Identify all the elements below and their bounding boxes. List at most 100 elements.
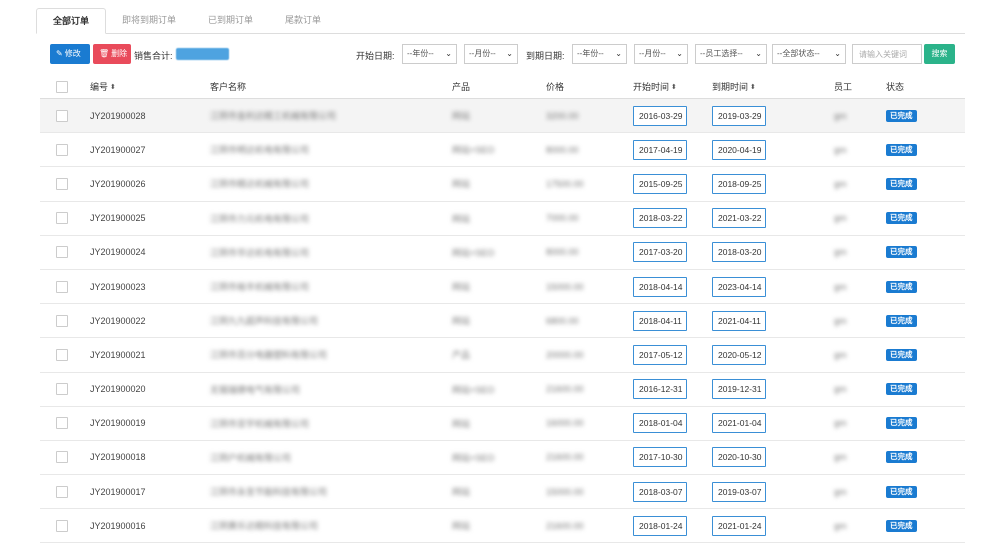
- header-number[interactable]: 编号 ⬍: [90, 74, 116, 99]
- row-checkbox-cell: [56, 509, 68, 542]
- row-checkbox-cell: [56, 167, 68, 200]
- staff: gm: [834, 144, 847, 155]
- end-year-value: --年份--: [577, 49, 604, 58]
- order-number: JY201900023: [90, 281, 146, 292]
- chevron-down-icon: ⌄: [615, 49, 622, 58]
- table-row[interactable]: JY201900027 江阴市明达机电有限公司 网站+SEO 8000.00 2017-…: [40, 133, 965, 168]
- price: 8000.00: [546, 144, 579, 155]
- start-date: 2018-04-14: [633, 276, 687, 297]
- status-cell: 已完成: [886, 270, 917, 303]
- header-end-time[interactable]: 到期时间 ⬍: [712, 74, 756, 99]
- chevron-down-icon: ⌄: [506, 49, 513, 58]
- product: 网站: [452, 316, 471, 327]
- product: 网站: [452, 487, 471, 498]
- status-cell: 已完成: [886, 338, 917, 371]
- row-checkbox[interactable]: [56, 143, 68, 156]
- edit-button[interactable]: ✎ 修改: [50, 44, 90, 64]
- row-checkbox-cell: [56, 270, 68, 303]
- search-input[interactable]: [852, 44, 922, 64]
- row-checkbox[interactable]: [56, 280, 68, 293]
- status-badge: 已完成: [886, 314, 917, 327]
- select-all-checkbox[interactable]: [56, 80, 68, 93]
- end-date: 2021-01-24: [712, 515, 766, 536]
- price: 15000.00: [546, 486, 584, 497]
- end-date-cell: 2019-03-29: [712, 99, 766, 132]
- product: 网站+SEO: [452, 384, 495, 395]
- row-checkbox[interactable]: [56, 383, 68, 396]
- table-row[interactable]: JY201900028 江阴市金利达精工机械有限公司 网站 3200.00 2016-0…: [40, 99, 965, 134]
- order-number: JY201900016: [90, 520, 146, 531]
- table-row[interactable]: JY201900021 江阴市百分电器塑料有限公司 产品 20000.00 2017-0…: [40, 338, 965, 373]
- staff-select-value: --员工选择--: [700, 49, 743, 58]
- search-button[interactable]: 搜索: [924, 44, 955, 64]
- table-row[interactable]: JY201900016 江阴黄乐达精科技有限公司 网站 21600.00 2018-01…: [40, 509, 965, 544]
- trash-icon: 🗑: [99, 49, 110, 58]
- product: 网站: [452, 213, 471, 224]
- row-checkbox[interactable]: [56, 212, 68, 225]
- row-checkbox[interactable]: [56, 314, 68, 327]
- table-row[interactable]: JY201900017 江阴市永圣节能科技有限公司 网站 15000.00 2018-0…: [40, 475, 965, 510]
- end-date: 2023-04-14: [712, 276, 766, 297]
- status-badge: 已完成: [886, 519, 917, 532]
- customer-name: 江阴市百分电器塑料有限公司: [210, 350, 328, 361]
- tab-all-orders[interactable]: 全部订单: [36, 8, 107, 34]
- product: 网站: [452, 282, 471, 293]
- staff: gm: [834, 486, 847, 497]
- start-date: 2017-03-20: [633, 242, 687, 263]
- status-cell: 已完成: [886, 202, 917, 235]
- row-checkbox[interactable]: [56, 485, 68, 498]
- table-row[interactable]: JY201900024 江阴市华达机电有限公司 网站+SEO 8000.00 2017-…: [40, 236, 965, 270]
- tab-expiring-orders[interactable]: 即将到期订单: [106, 8, 192, 34]
- edit-icon: ✎: [56, 49, 63, 58]
- row-checkbox[interactable]: [56, 519, 68, 532]
- price: 7000.00: [546, 213, 579, 224]
- header-start-time[interactable]: 开始时间 ⬍: [633, 74, 677, 99]
- start-year-select[interactable]: --年份-- ⌄: [402, 44, 457, 64]
- delete-button-label: 删除: [111, 49, 128, 58]
- status-cell: 已完成: [886, 304, 917, 337]
- table-row[interactable]: JY201900020 无锡瑞德电气有限公司 网站+SEO 21600.00 2016-…: [40, 373, 965, 407]
- row-checkbox[interactable]: [56, 246, 68, 259]
- row-checkbox[interactable]: [56, 109, 68, 122]
- end-year-select[interactable]: --年份-- ⌄: [572, 44, 627, 64]
- staff: gm: [834, 247, 847, 258]
- start-date: 2018-03-07: [633, 481, 687, 502]
- staff: gm: [834, 281, 847, 292]
- status-badge: 已完成: [886, 212, 917, 225]
- order-number: JY201900024: [90, 247, 146, 258]
- end-month-select[interactable]: --月份-- ⌄: [634, 44, 688, 64]
- row-checkbox[interactable]: [56, 451, 68, 464]
- delete-button[interactable]: 🗑 删除: [93, 44, 131, 64]
- header-price: 价格: [546, 82, 565, 92]
- table-row[interactable]: JY201900025 江阴市力元机电有限公司 网站 7000.00 2018-03-2…: [40, 202, 965, 236]
- end-date: 2021-01-04: [712, 413, 766, 434]
- table-row[interactable]: JY201900022 江阴九九超声科技有限公司 网站 6800.00 2018-04-…: [40, 304, 965, 339]
- table-row[interactable]: JY201900019 江阴市亚宇机械有限公司 网站 16000.00 2018-01-…: [40, 407, 965, 441]
- staff-select[interactable]: --员工选择-- ⌄: [695, 44, 767, 64]
- customer-name: 江阴市力元机电有限公司: [210, 213, 310, 224]
- end-date: 2019-12-31: [712, 379, 766, 400]
- header-staff: 员工: [834, 82, 853, 92]
- start-date-cell: 2016-12-31: [633, 373, 687, 406]
- status-cell: 已完成: [886, 509, 917, 542]
- order-number: JY201900022: [90, 315, 146, 326]
- chevron-down-icon: ⌄: [755, 49, 762, 58]
- row-checkbox-cell: [56, 202, 68, 235]
- start-year-value: --年份--: [407, 49, 434, 58]
- row-checkbox[interactable]: [56, 348, 68, 361]
- row-checkbox[interactable]: [56, 417, 68, 430]
- tab-expired-orders[interactable]: 已到期订单: [192, 8, 269, 34]
- table-row[interactable]: JY201900026 江阴市精达机械有限公司 网站 17500.00 2015-09-…: [40, 167, 965, 202]
- row-checkbox-cell: [56, 133, 68, 166]
- start-date-cell: 2018-01-24: [633, 509, 687, 542]
- start-month-select[interactable]: --月份-- ⌄: [464, 44, 518, 64]
- table-row[interactable]: JY201900018 江阴户机械有限公司 网站+SEO 21600.00 2017-1…: [40, 441, 965, 476]
- end-date-cell: 2021-03-22: [712, 202, 766, 235]
- status-select[interactable]: --全部状态-- ⌄: [772, 44, 846, 64]
- tab-balance-orders[interactable]: 尾款订单: [269, 8, 337, 34]
- end-date: 2020-05-12: [712, 344, 766, 365]
- row-checkbox[interactable]: [56, 177, 68, 190]
- sales-total-value: [176, 48, 229, 60]
- product: 网站: [452, 179, 471, 190]
- table-row[interactable]: JY201900023 江阴市裕丰机械有限公司 网站 15000.00 2018-04-…: [40, 270, 965, 305]
